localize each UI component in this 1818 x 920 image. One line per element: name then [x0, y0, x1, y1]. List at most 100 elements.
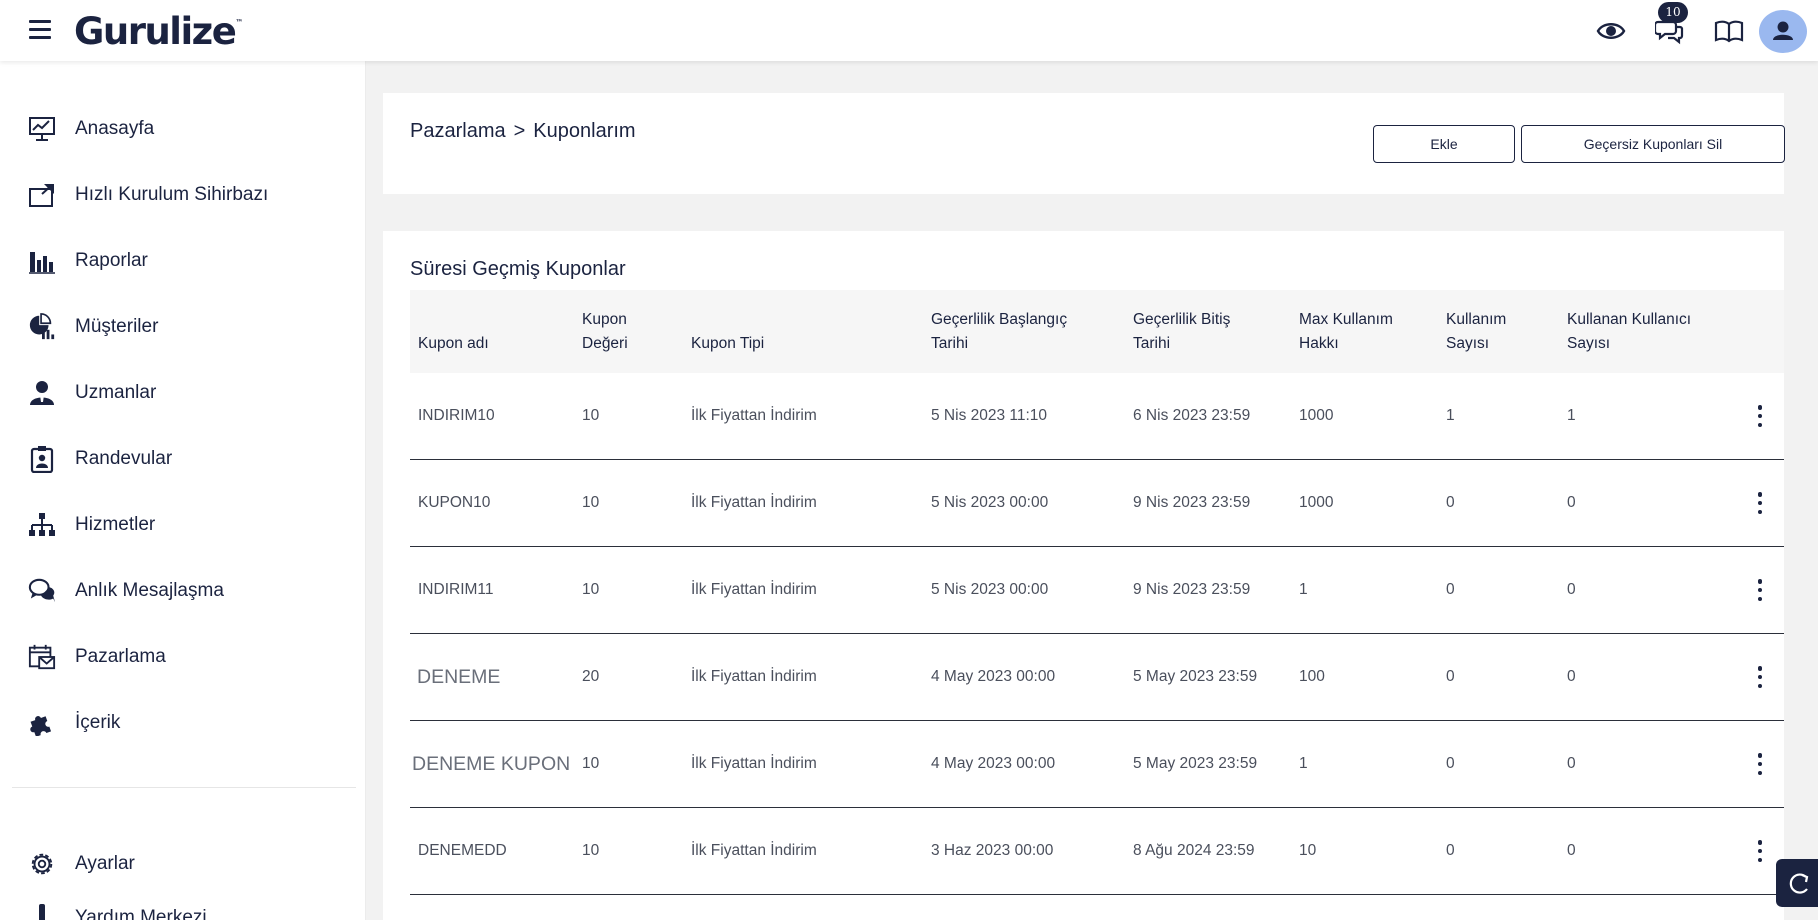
sidebar-item-randevular[interactable]: Randevular	[0, 435, 366, 483]
table-row[interactable]: DENEME KUPON 10 İlk Fiyattan İndirim 4 M…	[410, 721, 1784, 808]
cell-max-usage: 1	[1299, 755, 1308, 772]
sidebar-item-icerik[interactable]: İçerik	[0, 699, 366, 747]
cell-value: 10	[582, 842, 600, 859]
logo-trademark: ™	[235, 18, 244, 27]
eye-icon[interactable]	[1596, 16, 1626, 46]
cell-end-date: 9 Nis 2023 23:59	[1133, 581, 1251, 598]
row-menu-icon[interactable]	[1750, 838, 1770, 864]
exclamation-icon	[28, 904, 56, 920]
cell-max-usage: 100	[1299, 668, 1325, 685]
sidebar-item-yardim-merkezi[interactable]: Yardım Merkezi	[0, 894, 366, 920]
cell-user-count: 0	[1567, 581, 1576, 598]
column-header-end-date: Geçerlilik Bitiş Tarihi	[1133, 311, 1231, 352]
cell-user-count: 1	[1567, 407, 1576, 424]
sidebar-item-anasayfa[interactable]: Anasayfa	[0, 105, 366, 153]
sidebar-item-hizli-kurulum[interactable]: Hızlı Kurulum Sihirbazı	[0, 171, 366, 219]
sidebar-divider	[12, 787, 356, 788]
table-row[interactable]: KUPON10 10 İlk Fiyattan İndirim 5 Nis 20…	[410, 460, 1784, 547]
row-menu-icon[interactable]	[1750, 577, 1770, 603]
sidebar-item-uzmanlar[interactable]: Uzmanlar	[0, 369, 366, 417]
sidebar-item-pazarlama[interactable]: Pazarlama	[0, 633, 366, 681]
table-header: Kupon adı Kupon Değeri Kupon Tipi Geçerli…	[410, 290, 1784, 373]
user-icon	[1773, 21, 1793, 40]
cell-value: 10	[582, 494, 600, 511]
logo[interactable]: Gurulize™	[74, 10, 243, 53]
breadcrumb: Pazarlama > Kuponlarım	[410, 120, 636, 143]
bar-chart-icon	[28, 247, 56, 275]
breadcrumb-current: Kuponlarım	[533, 120, 636, 142]
row-menu-icon[interactable]	[1750, 751, 1770, 777]
sitemap-icon	[28, 511, 56, 539]
column-header-start-date: Geçerlilik Başlangıç Tarihi	[931, 311, 1068, 352]
cell-type: İlk Fiyattan İndirim	[691, 581, 817, 598]
sidebar-item-label: Uzmanlar	[75, 382, 157, 403]
add-coupon-button[interactable]: Ekle	[1373, 125, 1515, 163]
sidebar-item-label: Müşteriler	[75, 316, 159, 337]
cell-name: DENEMEDD	[418, 842, 507, 859]
sidebar-item-hizmetler[interactable]: Hizmetler	[0, 501, 366, 549]
table-row[interactable]: INDIRIM11 10 İlk Fiyattan İndirim 5 Nis …	[410, 547, 1784, 634]
cell-max-usage: 1000	[1299, 407, 1334, 424]
page-header-card: Pazarlama > Kuponlarım Ekle Geçersiz Kupon…	[383, 93, 1785, 194]
hamburger-menu-icon[interactable]	[29, 20, 51, 40]
column-header-user-count: Kullanan Kullanıcı Sayısı	[1567, 311, 1692, 352]
row-menu-icon[interactable]	[1750, 403, 1770, 429]
expired-coupons-card: Süresi Geçmiş Kuponlar Kupon adı Kupon De…	[383, 231, 1784, 920]
cell-name: INDIRIM10	[418, 407, 495, 424]
table-row[interactable]: DENEME 20 İlk Fiyattan İndirim 4 May 202…	[410, 634, 1784, 721]
delete-invalid-coupons-button[interactable]: Geçersiz Kuponları Sil	[1521, 125, 1785, 163]
cell-user-count: 0	[1567, 494, 1576, 511]
cell-max-usage: 10	[1299, 842, 1317, 859]
cell-usage-count: 0	[1446, 581, 1455, 598]
column-header-type: Kupon Tipi	[691, 335, 765, 352]
clipboard-user-icon	[28, 445, 56, 473]
floating-refresh-button[interactable]	[1776, 859, 1818, 907]
cell-name: INDIRIM11	[418, 581, 494, 598]
cell-user-count: 0	[1567, 668, 1576, 685]
sidebar-item-label: Raporlar	[75, 250, 148, 271]
sidebar-item-label: Anlık Mesajlaşma	[75, 580, 224, 601]
cell-start-date: 5 Nis 2023 11:10	[931, 407, 1048, 424]
puzzle-icon	[28, 709, 56, 737]
table-row[interactable]: DENEMEDD 10 İlk Fiyattan İndirim 3 Haz 2…	[410, 808, 1784, 895]
cell-name: KUPON10	[418, 494, 491, 511]
cell-start-date: 4 May 2023 00:00	[931, 755, 1056, 772]
cell-end-date: 8 Ağu 2024 23:59	[1133, 842, 1255, 859]
monitor-chart-icon	[28, 115, 56, 143]
cell-usage-count: 0	[1446, 842, 1455, 859]
cell-user-count: 0	[1567, 755, 1576, 772]
cell-type: İlk Fiyattan İndirim	[691, 407, 817, 424]
breadcrumb-parent[interactable]: Pazarlama	[410, 120, 506, 142]
cell-usage-count: 0	[1446, 668, 1455, 685]
book-icon[interactable]	[1714, 16, 1744, 46]
top-bar: Gurulize™ 10	[0, 0, 1818, 61]
chat-bubbles-icon	[28, 577, 56, 605]
row-menu-icon[interactable]	[1750, 490, 1770, 516]
table-row[interactable]: INDIRIM10 10 İlk Fiyattan İndirim 5 Nis …	[410, 373, 1784, 460]
cell-value: 10	[582, 407, 600, 424]
sidebar-item-musteriler[interactable]: Müşteriler	[0, 303, 366, 351]
sidebar-item-label: Hızlı Kurulum Sihirbazı	[75, 184, 269, 205]
cell-value: 10	[582, 755, 600, 772]
column-header-value: Kupon Değeri	[582, 311, 628, 352]
cell-type: İlk Fiyattan İndirim	[691, 668, 817, 685]
cell-value: 20	[582, 668, 600, 685]
avatar[interactable]	[1759, 10, 1807, 53]
cell-type: İlk Fiyattan İndirim	[691, 842, 817, 859]
cell-max-usage: 1	[1299, 581, 1308, 598]
sidebar: Anasayfa Hızlı Kurulum Sihirbazı Raporla…	[0, 61, 366, 920]
breadcrumb-separator: >	[513, 120, 526, 142]
sidebar-item-label: Randevular	[75, 448, 173, 469]
sidebar-item-ayarlar[interactable]: Ayarlar	[0, 840, 366, 888]
cell-usage-count: 0	[1446, 494, 1455, 511]
sidebar-item-label: Ayarlar	[75, 853, 135, 874]
cell-value: 10	[582, 581, 600, 598]
sidebar-item-raporlar[interactable]: Raporlar	[0, 237, 366, 285]
logo-text: Gurulize	[74, 10, 237, 53]
notification-badge: 10	[1658, 2, 1688, 23]
sidebar-item-anlik-mesajlasma[interactable]: Anlık Mesajlaşma	[0, 567, 366, 615]
row-menu-icon[interactable]	[1750, 664, 1770, 690]
table-title: Süresi Geçmiş Kuponlar	[410, 258, 626, 280]
sidebar-item-label: Yardım Merkezi	[75, 907, 207, 920]
sidebar-item-label: İçerik	[75, 712, 121, 733]
